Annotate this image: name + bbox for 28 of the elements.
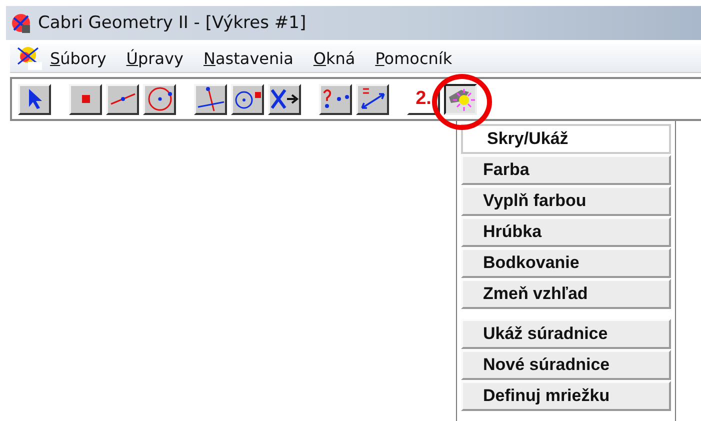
point-icon — [82, 95, 90, 103]
tool-button[interactable] — [444, 84, 477, 114]
dropdown-item[interactable]: Hrúbka — [461, 217, 671, 247]
menu-item[interactable]: Pomocník — [375, 48, 452, 68]
menu-item[interactable]: Okná — [313, 48, 356, 68]
dropdown-item[interactable]: Ukáž súradnice — [461, 319, 671, 349]
dropdown-item[interactable]: Bodkovanie — [461, 248, 671, 278]
measure-icon — [358, 87, 386, 111]
window-title: Cabri Geometry II - [Výkres #1] — [38, 13, 306, 33]
circle-point-icon — [234, 89, 262, 109]
dropdown-item[interactable]: Vyplň farbou — [461, 186, 671, 216]
circle-icon — [146, 86, 172, 112]
question-points-icon — [322, 88, 350, 110]
dropdown-item[interactable]: Definuj mriežku — [461, 381, 671, 411]
menu-item[interactable]: Súbory — [50, 48, 106, 68]
dropdown-item[interactable]: Nové súradnice — [461, 350, 671, 380]
perpendicular-lines-icon — [196, 86, 224, 112]
dropdown-item[interactable]: Zmeň vzhľad — [461, 279, 671, 309]
document-logo-icon[interactable] — [16, 46, 42, 70]
dropdown-item[interactable]: Farba — [461, 155, 671, 185]
cross-arrow-icon — [270, 88, 298, 110]
menu-item[interactable]: Úpravy — [126, 48, 184, 68]
menu-item[interactable]: Nastavenia — [204, 48, 294, 68]
app-logo-icon — [10, 12, 32, 34]
arrow-icon — [26, 88, 42, 110]
line-icon — [110, 92, 136, 106]
paint-sun-icon — [446, 87, 474, 111]
dropdown-item[interactable]: Skry/Ukáž — [461, 124, 671, 154]
